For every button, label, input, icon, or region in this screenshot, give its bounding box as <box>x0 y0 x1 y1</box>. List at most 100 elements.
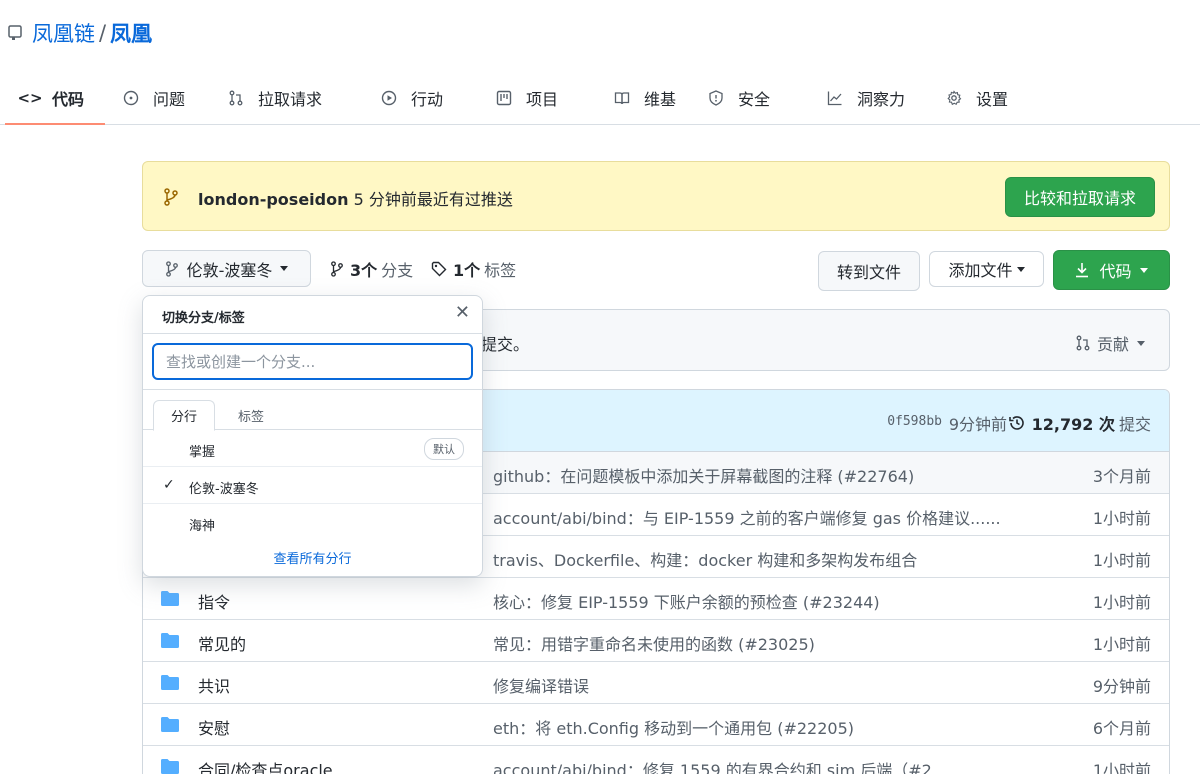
tab-branches[interactable]: 分行 <box>153 400 216 431</box>
tab-wiki[interactable]: 维基 <box>614 70 676 125</box>
tab-label: 维基 <box>644 89 677 109</box>
branch-item[interactable]: 掌握 默认 <box>143 430 482 467</box>
file-name[interactable]: 共识 <box>198 673 230 697</box>
code-button-label: 代码 <box>1099 262 1132 281</box>
commit-message[interactable]: 常见：用错字重命名未使用的函数 (#23025) <box>493 631 815 655</box>
push-message: london-poseidon 5 分钟前最近有过推送 <box>198 186 513 210</box>
commit-age: 1小时前 <box>1092 635 1151 654</box>
repo-nav-tabs: <> 代码 问题 拉取请求 行动 项目 维基 安全 洞察力 设置 <box>0 70 1200 125</box>
commit-sha-link[interactable]: 0f598bb <box>887 414 942 429</box>
tab-projects[interactable]: 项目 <box>496 70 558 125</box>
view-all-branches-link[interactable]: 查看所有分行 <box>143 548 482 567</box>
folder-icon <box>161 675 179 690</box>
dropdown-tabs: 分行 标签 <box>143 390 482 431</box>
tab-label: 项目 <box>526 89 559 109</box>
add-file-button[interactable]: 添加文件 <box>929 251 1044 287</box>
table-row[interactable]: 合同/检查点oracle account/abi/bind：修复 1559 的有… <box>143 746 1169 774</box>
current-branch-label: 伦敦-波塞冬 <box>186 260 273 280</box>
repo-owner-link[interactable]: 凤凰链 <box>32 18 95 48</box>
folder-icon <box>161 633 179 648</box>
table-row[interactable]: 常见的 常见：用错字重命名未使用的函数 (#23025) 1小时前 <box>143 620 1169 662</box>
branches-count: 3个 <box>350 261 378 280</box>
go-to-file-button[interactable]: 转到文件 <box>818 251 920 291</box>
file-name[interactable]: 安慰 <box>198 715 230 739</box>
branch-name: 伦敦-波塞冬 <box>189 482 259 497</box>
tab-label: 洞察力 <box>857 89 906 109</box>
commit-message[interactable]: github：在问题模板中添加关于屏幕截图的注释 (#22764) <box>493 463 914 487</box>
branch-name: 海神 <box>189 519 216 534</box>
tab-issues[interactable]: 问题 <box>123 70 185 125</box>
pull-request-icon <box>1076 335 1090 351</box>
branch-status-text: 提交。 <box>481 335 530 354</box>
gear-icon <box>947 89 962 105</box>
commit-message[interactable]: travis、Dockerfile、构建：docker 构建和多架构发布组合 <box>493 547 917 571</box>
project-icon <box>496 90 512 105</box>
tab-label: 拉取请求 <box>258 89 323 109</box>
code-button[interactable]: 代码 <box>1053 250 1170 290</box>
contribute-label: 贡献 <box>1096 335 1129 354</box>
folder-icon <box>161 759 179 774</box>
tab-label: 设置 <box>976 89 1009 109</box>
repo-separator: / <box>99 21 107 45</box>
contribute-button[interactable]: 贡献 <box>1075 331 1145 355</box>
tab-label: 问题 <box>153 89 186 109</box>
branch-select-button[interactable]: 伦敦-波塞冬 <box>142 250 311 287</box>
download-icon <box>1076 263 1089 278</box>
commit-message[interactable]: 修复编译错误 <box>493 673 589 697</box>
branches-label: 分支 <box>381 261 414 280</box>
dropdown-search-area <box>143 334 482 390</box>
shield-icon <box>709 89 723 106</box>
folder-icon <box>161 591 179 606</box>
commit-age: 3个月前 <box>1092 467 1151 486</box>
tab-security[interactable]: 安全 <box>708 70 770 125</box>
commit-age: 9分钟前 <box>1092 677 1151 696</box>
add-file-label: 添加文件 <box>948 261 1013 280</box>
table-row[interactable]: 共识 修复编译错误 9分钟前 <box>143 662 1169 704</box>
commit-message[interactable]: account/abi/bind：与 EIP-1559 之前的客户端修复 gas… <box>493 505 1001 529</box>
chevron-down-icon <box>1139 267 1148 273</box>
commit-label: 提交 <box>1118 415 1151 434</box>
tab-actions[interactable]: 行动 <box>381 70 443 125</box>
tab-pull-requests[interactable]: 拉取请求 <box>228 70 322 125</box>
pull-request-icon <box>229 90 243 105</box>
commit-message[interactable]: 核心：修复 EIP-1559 下账户余额的预检查 (#23244) <box>493 589 880 613</box>
commit-age: 1小时前 <box>1092 551 1151 570</box>
commit-age: 1小时前 <box>1092 509 1151 528</box>
branch-item[interactable]: 海神 <box>143 504 482 541</box>
tab-label: 代码 <box>52 89 85 109</box>
file-name[interactable]: 合同/检查点oracle <box>198 757 333 774</box>
branch-item[interactable]: ✓ 伦敦-波塞冬 <box>143 467 482 504</box>
tags-count: 1个 <box>453 261 481 280</box>
commit-age: 6个月前 <box>1092 719 1151 738</box>
file-name[interactable]: 常见的 <box>198 631 246 655</box>
close-icon[interactable]: ✕ <box>455 304 470 322</box>
branch-search-input[interactable] <box>152 343 473 380</box>
issue-icon <box>123 90 139 105</box>
branches-link[interactable]: 3个 分支 <box>330 257 413 281</box>
chevron-down-icon <box>280 266 289 271</box>
chevron-down-icon <box>1137 340 1145 346</box>
history-icon <box>1008 416 1024 430</box>
tags-label: 标签 <box>484 261 517 280</box>
file-name[interactable]: 指令 <box>198 589 230 613</box>
commit-age: 1小时前 <box>1092 761 1151 774</box>
push-time-text: 5 分钟前最近有过推送 <box>353 190 513 209</box>
tab-settings[interactable]: 设置 <box>946 70 1008 125</box>
table-row[interactable]: 指令 核心：修复 EIP-1559 下账户余额的预检查 (#23244) 1小时… <box>143 578 1169 620</box>
commit-message[interactable]: account/abi/bind：修复 1559 的有界合约和 sim 后端（#… <box>493 757 952 774</box>
tags-link[interactable]: 1个 标签 <box>431 257 516 281</box>
compare-pull-request-button[interactable]: 比较和拉取请求 <box>1005 177 1155 217</box>
repo-icon <box>8 25 22 40</box>
tab-insights[interactable]: 洞察力 <box>827 70 905 125</box>
folder-icon <box>161 717 179 732</box>
tab-tags[interactable]: 标签 <box>221 400 281 430</box>
code-icon: <> <box>17 88 43 107</box>
commit-count: 12,792 次 <box>1031 415 1115 434</box>
tab-code[interactable]: <> 代码 <box>17 70 85 125</box>
commit-history-link[interactable]: 12,792 次 提交 <box>1008 411 1151 435</box>
tab-label: 安全 <box>738 89 771 109</box>
branch-icon <box>164 188 178 206</box>
repo-name-link[interactable]: 凤凰 <box>110 18 152 48</box>
commit-message[interactable]: eth：将 eth.Config 移动到一个通用包 (#22205) <box>493 715 854 739</box>
table-row[interactable]: 安慰 eth：将 eth.Config 移动到一个通用包 (#22205) 6个… <box>143 704 1169 746</box>
